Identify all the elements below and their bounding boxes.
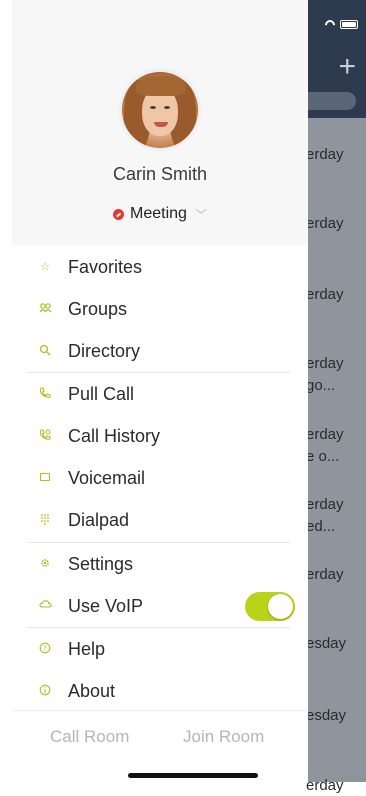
menu-item-label: Help bbox=[68, 638, 106, 659]
menu-item-label: Dialpad bbox=[68, 509, 130, 530]
background-row-text: erday bbox=[306, 566, 344, 583]
menu-item-label: Use VoIP bbox=[68, 595, 144, 616]
battery-icon bbox=[340, 20, 358, 29]
menu-item-directory[interactable]: Directory bbox=[0, 330, 308, 372]
menu-item-label: Call History bbox=[68, 425, 161, 446]
background-row-text: erday bbox=[306, 286, 344, 303]
background-search-bar[interactable] bbox=[300, 92, 356, 110]
gear-icon bbox=[38, 557, 52, 571]
menu-item-voicemail[interactable]: Voicemail bbox=[0, 457, 308, 499]
background-row-text: esday bbox=[306, 635, 347, 652]
menu-item-about[interactable]: About bbox=[0, 670, 308, 712]
voip-toggle[interactable] bbox=[245, 592, 295, 621]
footer-divider bbox=[12, 710, 308, 711]
background-row-text: erday bbox=[306, 355, 344, 372]
cloud-icon bbox=[38, 599, 52, 613]
dialpad-icon bbox=[38, 513, 52, 527]
menu-item-label: Voicemail bbox=[68, 467, 146, 488]
background-row-text: esday bbox=[306, 707, 347, 724]
svg-text:?: ? bbox=[43, 644, 47, 652]
home-indicator[interactable] bbox=[128, 773, 258, 778]
phone-icon bbox=[38, 387, 52, 401]
star-icon: ☆ bbox=[40, 261, 50, 273]
background-row-text: e o... bbox=[306, 448, 340, 465]
info-icon bbox=[38, 684, 52, 698]
search-icon bbox=[38, 344, 52, 358]
menu-item-label: About bbox=[68, 680, 116, 701]
background-row-text: erday bbox=[306, 146, 344, 163]
menu-item-dialpad[interactable]: Dialpad bbox=[0, 499, 308, 541]
status-bar-icons bbox=[324, 20, 358, 29]
voicemail-icon bbox=[38, 471, 52, 485]
menu-item-favorites[interactable]: ☆ Favorites bbox=[0, 246, 308, 288]
join-room-button[interactable]: Join Room bbox=[183, 727, 264, 747]
background-row-text: erday bbox=[306, 426, 344, 443]
menu-item-label: Groups bbox=[68, 298, 128, 319]
toggle-knob bbox=[268, 594, 293, 619]
background-row-text: erday bbox=[306, 777, 344, 794]
chevron-down-icon: ﹀ bbox=[194, 207, 207, 222]
background-row-text: go... bbox=[306, 377, 336, 394]
menu-item-label: Pull Call bbox=[68, 383, 135, 404]
groups-icon bbox=[38, 302, 52, 316]
background-row-text: ed... bbox=[306, 518, 336, 535]
wifi-icon bbox=[324, 20, 336, 29]
menu-item-label: Directory bbox=[68, 340, 141, 361]
call-room-button[interactable]: Call Room bbox=[50, 727, 129, 747]
menu-item-pull-call[interactable]: Pull Call bbox=[0, 373, 308, 415]
menu-item-groups[interactable]: Groups bbox=[0, 288, 308, 330]
busy-status-icon bbox=[113, 208, 125, 220]
menu-item-call-history[interactable]: Call History bbox=[0, 415, 308, 457]
menu-item-help[interactable]: ? Help bbox=[0, 628, 308, 670]
background-row-text: erday bbox=[306, 496, 344, 513]
presence-status-selector[interactable]: Meeting ﹀ bbox=[0, 205, 320, 223]
menu-item-settings[interactable]: Settings bbox=[0, 543, 308, 585]
avatar[interactable] bbox=[122, 72, 198, 148]
help-icon: ? bbox=[38, 642, 52, 656]
call-history-icon bbox=[38, 429, 52, 443]
presence-status-label: Meeting bbox=[130, 205, 187, 222]
menu-item-label: Settings bbox=[68, 553, 134, 574]
menu-item-label: Favorites bbox=[68, 256, 143, 277]
add-icon[interactable]: + bbox=[338, 52, 356, 82]
user-name: Carin Smith bbox=[112, 164, 208, 184]
navigation-drawer: Carin Smith Meeting ﹀ ☆ Favorites Groups… bbox=[0, 0, 308, 782]
